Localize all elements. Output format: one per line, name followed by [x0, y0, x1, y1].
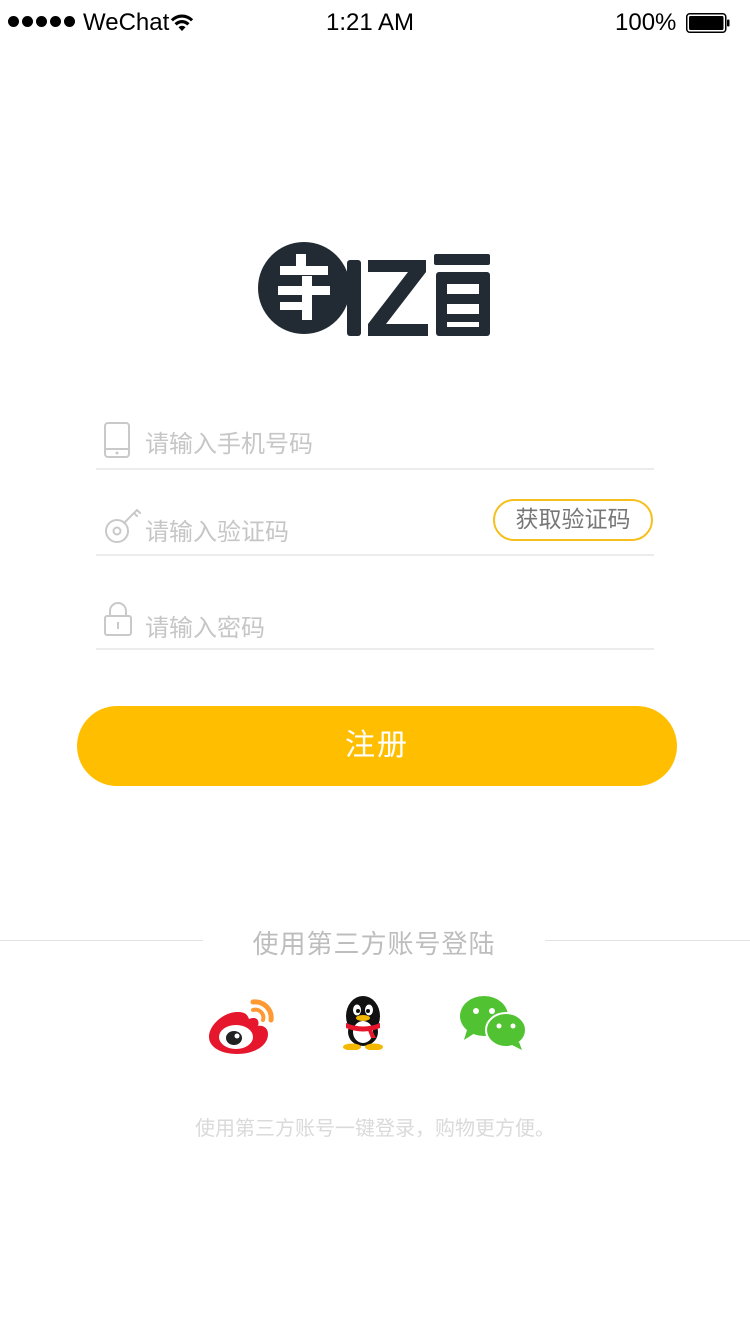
password-field[interactable]: 请输入密码 [96, 590, 654, 650]
phone-field[interactable]: 请输入手机号码 [96, 410, 654, 470]
password-input-placeholder[interactable]: 请输入密码 [145, 608, 265, 643]
divider-left [0, 940, 203, 941]
status-bar: WeChat 1:21 AM 100% [0, 0, 750, 46]
phone-input-placeholder[interactable]: 请输入手机号码 [145, 424, 313, 459]
register-button[interactable]: 注册 [77, 706, 677, 786]
divider-right [545, 940, 750, 941]
wechat-icon[interactable] [459, 994, 527, 1050]
key-icon [105, 508, 141, 543]
app-logo [258, 242, 490, 336]
code-input-placeholder[interactable]: 请输入验证码 [145, 512, 289, 547]
third-party-note: 使用第三方账号一键登录，购物更方便。 [195, 1116, 555, 1140]
third-party-title: 使用第三方账号登陆 [252, 930, 496, 960]
get-code-button[interactable]: 获取验证码 [493, 499, 653, 541]
weibo-icon[interactable] [207, 994, 275, 1054]
verification-code-field[interactable]: 请输入验证码 获取验证码 [96, 496, 654, 556]
battery-percent: 100% [615, 9, 677, 36]
register-screen: WeChat 1:21 AM 100% 请输入手机号码 请输入验证码 获取验证码… [0, 0, 750, 1334]
qq-icon[interactable] [340, 994, 386, 1050]
phone-icon [104, 422, 130, 458]
battery-full-icon [686, 13, 730, 33]
lock-icon [104, 602, 132, 636]
